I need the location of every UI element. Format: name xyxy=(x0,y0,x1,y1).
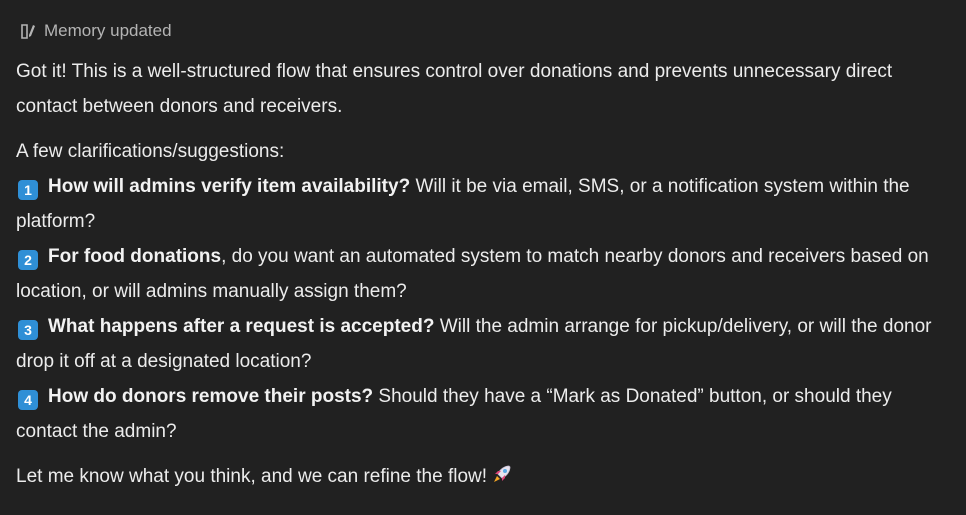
list-item: 3 What happens after a request is accepte… xyxy=(16,309,952,379)
number-1-icon: 1 xyxy=(18,180,38,200)
number-2-icon: 2 xyxy=(18,250,38,270)
memory-pen-icon xyxy=(21,24,35,39)
list-item: 4 How do donors remove their posts? Shoul… xyxy=(16,379,952,449)
item-question: For food donations xyxy=(48,246,222,267)
message-intro: Got it! This is a well-structured flow t… xyxy=(16,61,893,117)
item-question: How will admins verify item availability… xyxy=(48,176,411,197)
number-3-icon: 3 xyxy=(18,320,38,340)
memory-updated-indicator[interactable]: Memory updated xyxy=(20,20,172,42)
list-item: 2 For food donations, do you want an auto… xyxy=(16,239,952,309)
item-question: How do donors remove their posts? xyxy=(48,386,374,407)
closing-text: Let me know what you think, and we can r… xyxy=(16,466,488,487)
message-lead: A few clarifications/suggestions: xyxy=(16,141,285,162)
item-question: What happens after a request is accepted… xyxy=(48,316,435,337)
list-item: 1 How will admins verify item availabilit… xyxy=(16,169,952,239)
memory-updated-label: Memory updated xyxy=(44,21,172,40)
rocket-icon xyxy=(494,465,511,482)
message-closing: Let me know what you think, and we can r… xyxy=(16,459,952,494)
number-4-icon: 4 xyxy=(18,390,38,410)
assistant-message: Got it! This is a well-structured flow t… xyxy=(16,54,952,494)
